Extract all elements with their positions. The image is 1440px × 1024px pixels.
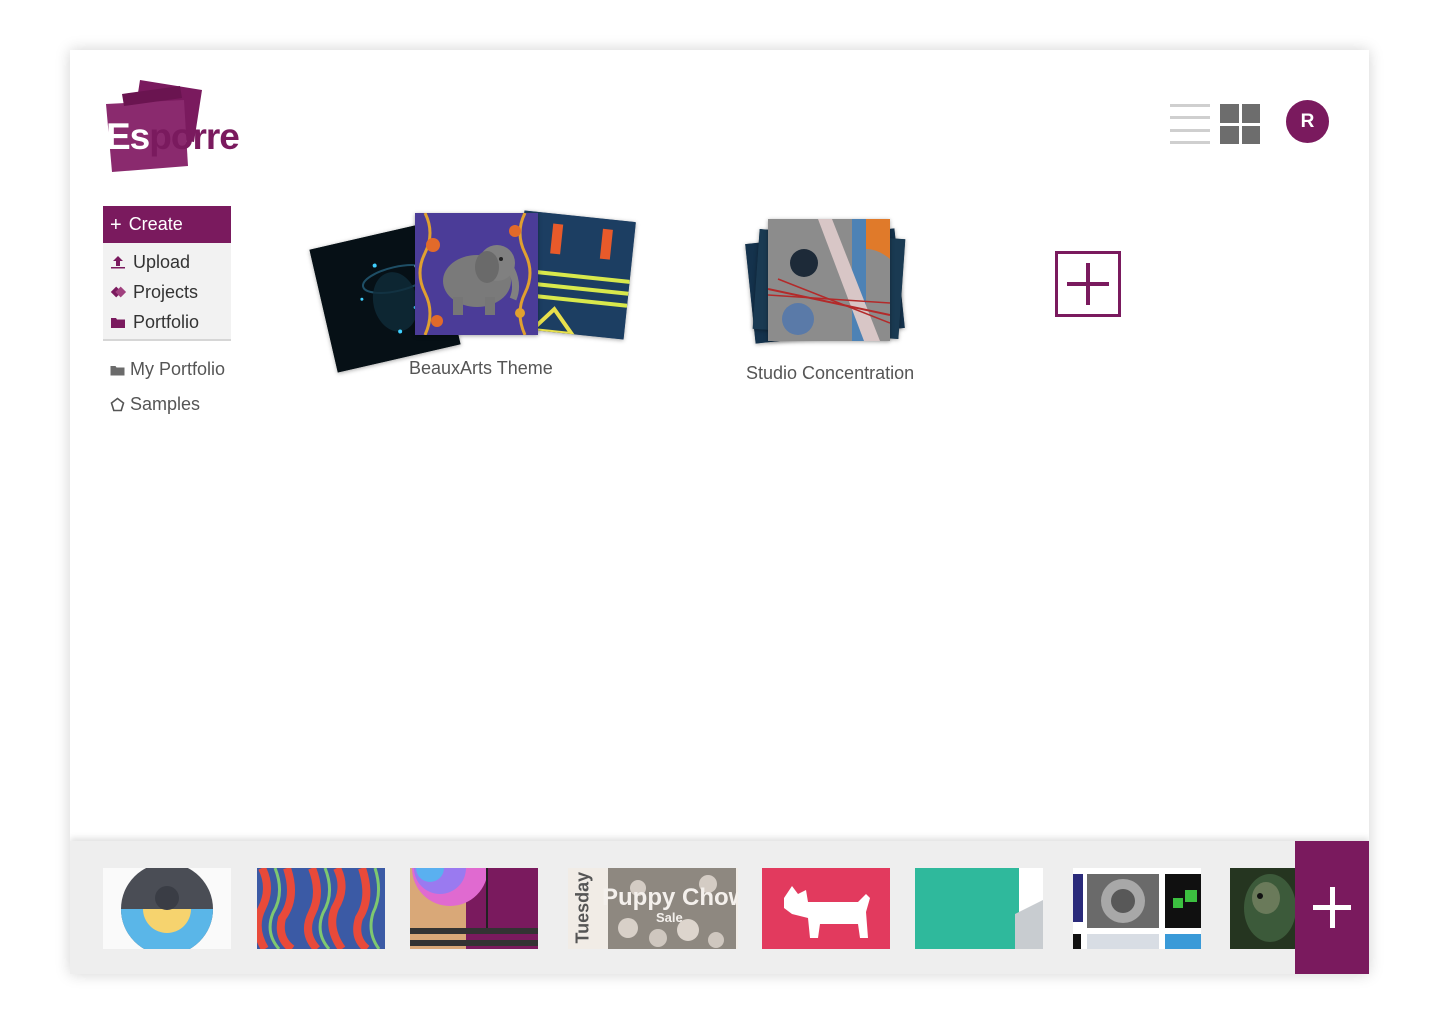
upload-icon	[109, 254, 127, 270]
menu-item-label: Projects	[133, 281, 199, 302]
avatar[interactable]: R	[1286, 100, 1329, 143]
nav-label: My Portfolio	[130, 359, 226, 379]
add-media-button[interactable]	[1295, 841, 1369, 974]
grid-view-icon[interactable]	[1220, 104, 1260, 144]
tray-thumb-parrot-photo[interactable]	[1230, 868, 1300, 949]
nav-samples[interactable]: Samples	[103, 387, 231, 422]
thumb-side-text: Tuesday	[572, 871, 593, 944]
plus-icon: +	[110, 213, 122, 236]
menu-item-label: Upload	[133, 251, 191, 272]
thumb-photo: Puppy Chow Sale	[602, 868, 738, 949]
thumb-sub-text: Sale	[656, 910, 683, 925]
thumb-title-text: Puppy Chow	[602, 884, 738, 911]
logo-text: Esporre	[106, 116, 240, 157]
add-project-button[interactable]	[1055, 251, 1121, 317]
projects-icon	[109, 284, 127, 300]
create-menu: Upload Projects Portfolio	[103, 243, 231, 341]
project-card-abstract	[768, 219, 890, 341]
menu-item-label: Portfolio	[133, 311, 200, 332]
project-card-elephant	[415, 213, 538, 335]
tray-thumb-puppy-chow-sale[interactable]: Tuesday Puppy Chow Sale	[568, 868, 738, 949]
create-label: Create	[128, 214, 183, 234]
project-stack-beauxarts[interactable]: BeauxArts Theme	[309, 210, 640, 390]
menu-item-projects[interactable]: Projects	[103, 277, 231, 307]
pentagon-icon	[109, 397, 125, 412]
nav-my-portfolio[interactable]: My Portfolio	[103, 352, 231, 387]
media-tray: Tuesday Puppy Chow Sale	[70, 841, 1369, 974]
project-title: Studio Concentration	[746, 363, 915, 383]
project-stack-studio[interactable]: Studio Concentration	[745, 216, 946, 391]
portfolio-icon	[109, 314, 127, 330]
list-view-icon[interactable]	[1170, 104, 1210, 144]
menu-item-upload[interactable]: Upload	[103, 247, 231, 277]
sidebar: + Create Upload Projects Portfolio My Po…	[103, 206, 231, 422]
tray-thumb-dog-silhouette[interactable]	[762, 868, 890, 949]
nav-label: Samples	[130, 394, 201, 414]
tray-thumb-coral-pattern[interactable]	[257, 868, 385, 949]
app-window: Esporre R + Create Upload Projects Portf…	[70, 50, 1369, 974]
menu-item-portfolio[interactable]: Portfolio	[103, 307, 231, 337]
tray-thumb-camera-app[interactable]	[103, 868, 231, 949]
folder-icon	[109, 364, 125, 376]
logo[interactable]: Esporre	[102, 76, 262, 176]
tray-thumb-speaker-render[interactable]	[1073, 868, 1201, 949]
project-title: BeauxArts Theme	[409, 358, 553, 378]
tray-thumb-teal-slide[interactable]	[915, 868, 1043, 949]
tray-thumb-color-picker[interactable]	[410, 868, 538, 949]
create-button[interactable]: + Create	[103, 206, 231, 243]
